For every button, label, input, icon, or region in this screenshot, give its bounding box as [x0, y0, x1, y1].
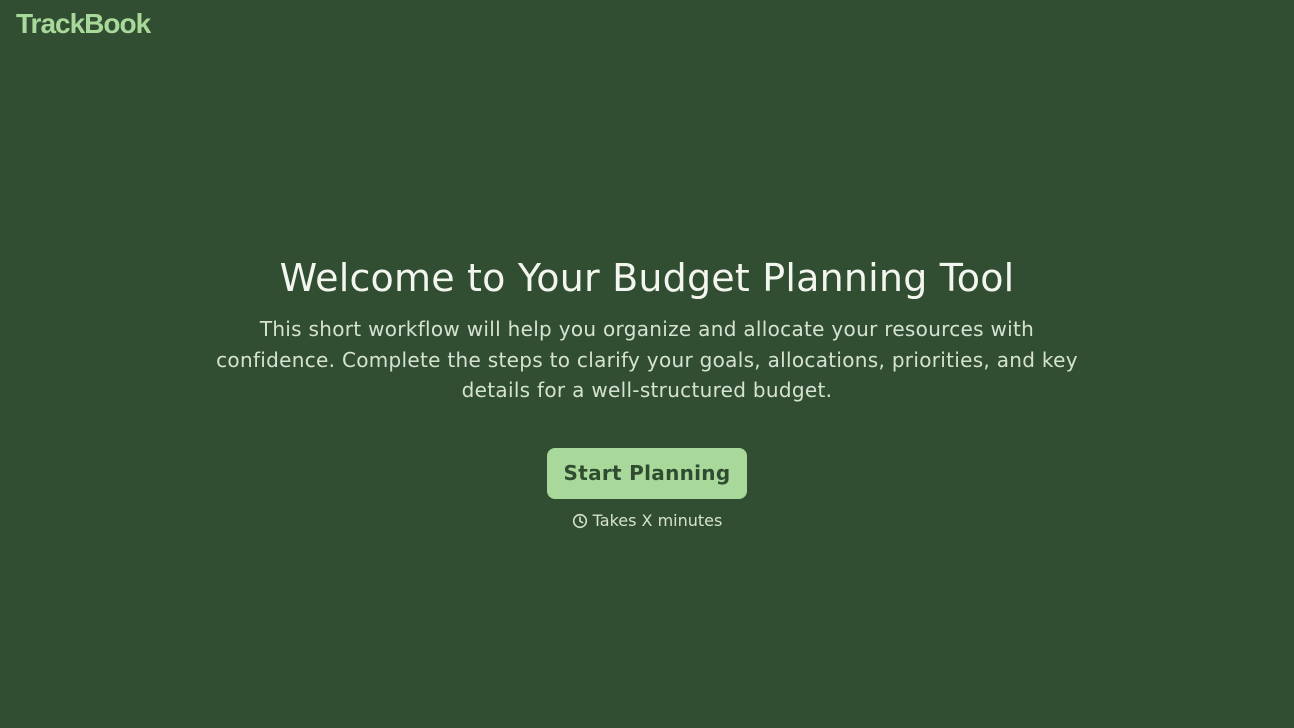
- duration-text: Takes X minutes: [592, 510, 723, 530]
- page-title: Welcome to Your Budget Planning Tool: [279, 256, 1015, 300]
- welcome-page: TrackBook Welcome to Your Budget Plannin…: [0, 0, 1294, 728]
- brand-logo[interactable]: TrackBook: [16, 6, 151, 42]
- duration-note: Takes X minutes: [572, 510, 723, 531]
- start-planning-button[interactable]: Start Planning: [547, 447, 747, 499]
- page-description: This short workflow will help you organi…: [216, 317, 1078, 402]
- clock-icon: [572, 513, 588, 529]
- welcome-hero: Welcome to Your Budget Planning Tool Thi…: [0, 254, 1294, 531]
